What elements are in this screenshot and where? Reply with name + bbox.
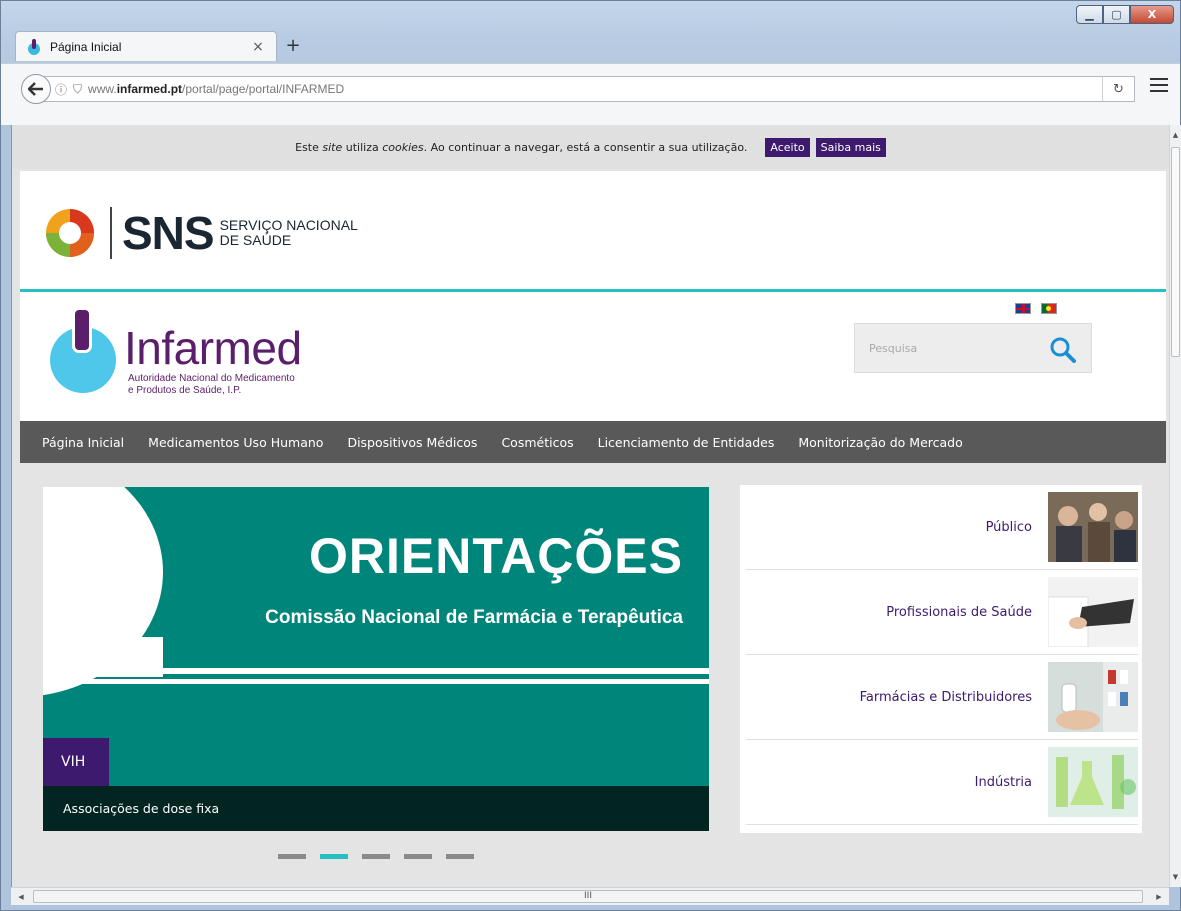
cookie-accept-button[interactable]: Aceito <box>765 137 810 157</box>
nav-item-monitorizacao[interactable]: Monitorização do Mercado <box>798 435 962 450</box>
browser-window: ▁ ▢ X Página Inicial × + ⓘ ⛉ www.infarme… <box>0 0 1181 911</box>
infarmed-name: Infarmed <box>124 322 302 374</box>
slide-caption[interactable]: Associações de dose fixa <box>43 786 709 831</box>
maximize-button[interactable]: ▢ <box>1103 5 1130 24</box>
audience-item-farmacias[interactable]: Farmácias e Distribuidores <box>746 655 1138 740</box>
vertical-scroll-thumb[interactable] <box>1171 147 1180 357</box>
browser-tab[interactable]: Página Inicial × <box>15 31 277 61</box>
audience-label: Público <box>985 519 1032 535</box>
scroll-down-icon[interactable]: ▼ <box>1170 869 1181 885</box>
audience-item-industria[interactable]: Indústria <box>746 740 1138 825</box>
url-text: www.infarmed.pt/portal/page/portal/INFAR… <box>88 82 345 96</box>
new-tab-button[interactable]: + <box>283 35 303 56</box>
vertical-scrollbar[interactable]: ▲ ▼ <box>1169 125 1181 887</box>
cookie-more-button[interactable]: Saiba mais <box>815 137 886 157</box>
hero-slider[interactable]: ORIENTAÇÕES Comissão Nacional de Farmáci… <box>43 487 709 831</box>
navigation-toolbar: ⓘ ⛉ www.infarmed.pt/portal/page/portal/I… <box>1 63 1180 125</box>
doctor-tablet-photo-icon <box>1048 577 1138 647</box>
audience-label: Indústria <box>974 774 1032 790</box>
nav-item-dispositivos[interactable]: Dispositivos Médicos <box>347 435 477 450</box>
back-button[interactable] <box>21 74 51 104</box>
reload-icon[interactable]: ↻ <box>1102 77 1134 101</box>
flag-pt-icon[interactable] <box>1041 303 1057 314</box>
nav-item-cosmeticos[interactable]: Cosméticos <box>501 435 573 450</box>
infarmed-logo[interactable]: Infarmed Autoridade Nacional do Medicame… <box>40 307 340 407</box>
scroll-left-icon[interactable]: ◀ <box>14 890 28 904</box>
scroll-up-icon[interactable]: ▲ <box>1170 127 1181 143</box>
page-viewport: Este site utiliza cookies. Ao continuar … <box>11 125 1169 887</box>
cookie-bar: Este site utiliza cookies. Ao continuar … <box>12 125 1169 169</box>
header-divider <box>20 289 1166 292</box>
window-controls: ▁ ▢ X <box>1076 5 1174 24</box>
horizontal-scrollbar[interactable]: ◀ III ▶ <box>11 887 1169 905</box>
audience-panel: Público Profissionais de Saúde Farmácias… <box>740 485 1142 833</box>
slider-dot[interactable] <box>404 854 432 859</box>
sns-divider <box>110 207 112 259</box>
pharmacy-photo-icon <box>1048 662 1138 732</box>
cookie-notice-text: Este site utiliza cookies. Ao continuar … <box>295 140 748 154</box>
hamburger-menu-icon[interactable] <box>1150 78 1168 92</box>
sns-logo[interactable]: SNS SERVIÇO NACIONAL DE SAÚDE <box>34 189 364 277</box>
sns-acronym: SNS <box>122 207 215 259</box>
slider-pagination <box>278 854 474 859</box>
tab-close-icon[interactable]: × <box>250 39 266 55</box>
nav-item-licenciamento[interactable]: Licenciamento de Entidades <box>598 435 775 450</box>
slider-dot[interactable] <box>446 854 474 859</box>
shield-icon[interactable]: ⛉ <box>73 82 82 97</box>
horizontal-scroll-thumb[interactable]: III <box>33 890 1143 903</box>
url-bar[interactable]: ⓘ ⛉ www.infarmed.pt/portal/page/portal/I… <box>37 76 1135 102</box>
slide-tag[interactable]: VIH <box>43 738 109 786</box>
crowd-photo-icon <box>1048 492 1138 562</box>
audience-item-publico[interactable]: Público <box>746 485 1138 570</box>
nav-item-medicamentos[interactable]: Medicamentos Uso Humano <box>148 435 323 450</box>
slider-dot[interactable] <box>362 854 390 859</box>
close-window-button[interactable]: X <box>1130 5 1174 24</box>
tab-title: Página Inicial <box>50 39 122 54</box>
nav-item-pagina-inicial[interactable]: Página Inicial <box>42 435 124 450</box>
slider-dot[interactable] <box>278 854 306 859</box>
search-box <box>854 323 1092 373</box>
audience-label: Profissionais de Saúde <box>886 604 1032 620</box>
infarmed-subtitle: Autoridade Nacional do Medicamento e Pro… <box>128 373 295 396</box>
arrow-left-icon <box>28 82 43 96</box>
tab-bar: Página Inicial × + <box>1 27 1180 61</box>
laboratory-photo-icon <box>1048 747 1138 817</box>
sns-emblem-icon <box>46 209 94 257</box>
slide-title: ORIENTAÇÕES <box>309 528 683 584</box>
page-content: SNS SERVIÇO NACIONAL DE SAÚDE Infarmed A… <box>20 171 1166 887</box>
search-icon[interactable] <box>1049 336 1077 364</box>
infarmed-favicon-icon <box>26 38 42 55</box>
audience-item-profissionais[interactable]: Profissionais de Saúde <box>746 570 1138 655</box>
minimize-button[interactable]: ▁ <box>1076 5 1103 24</box>
scroll-right-icon[interactable]: ▶ <box>1152 890 1166 904</box>
info-icon[interactable]: ⓘ <box>55 81 67 98</box>
slider-dot-active[interactable] <box>320 854 348 859</box>
language-switcher <box>1015 303 1057 314</box>
sns-subtitle: SERVIÇO NACIONAL DE SAÚDE <box>219 217 358 248</box>
flag-uk-icon[interactable] <box>1015 303 1031 314</box>
slide-subtitle: Comissão Nacional de Farmácia e Terapêut… <box>265 607 683 628</box>
search-input[interactable] <box>869 341 1039 355</box>
main-navigation: Página Inicial Medicamentos Uso Humano D… <box>20 421 1166 463</box>
audience-label: Farmácias e Distribuidores <box>859 689 1032 705</box>
